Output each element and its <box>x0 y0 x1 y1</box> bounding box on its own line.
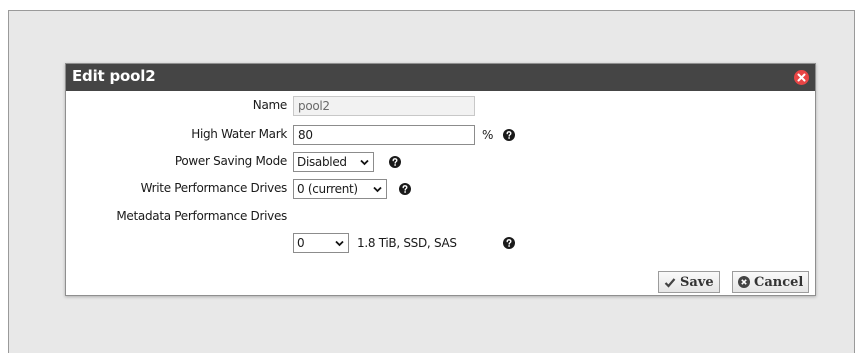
help-icon[interactable] <box>503 237 515 249</box>
name-field: pool2 <box>293 96 475 116</box>
save-button-label: Save <box>680 274 714 290</box>
write-performance-drives-value: 0 (current) <box>297 182 358 196</box>
checkmark-icon <box>664 277 676 288</box>
power-saving-mode-label: Power Saving Mode <box>174 154 287 168</box>
write-performance-drives-label: Write Performance Drives <box>140 181 288 195</box>
edit-pool-dialog: Edit pool2 Name pool2 High Water Mark 80… <box>65 63 816 296</box>
close-icon[interactable] <box>794 70 809 85</box>
cancel-button[interactable]: Cancel <box>732 271 810 293</box>
metadata-performance-drives-label: Metadata Performance Drives <box>116 209 287 223</box>
cancel-button-label: Cancel <box>754 274 804 290</box>
name-label: Name <box>252 98 288 112</box>
cancel-circle-icon <box>738 276 750 288</box>
help-icon[interactable] <box>399 183 411 195</box>
high-water-mark-label: High Water Mark <box>191 127 287 141</box>
help-icon[interactable] <box>389 156 401 168</box>
chevron-down-icon <box>373 186 382 192</box>
metadata-performance-drives-value: 0 <box>297 236 305 250</box>
write-performance-drives-select[interactable]: 0 (current) <box>293 179 387 199</box>
chevron-down-icon <box>360 159 369 165</box>
power-saving-mode-value: Disabled <box>297 155 347 169</box>
high-water-mark-input[interactable]: 80 <box>293 125 475 145</box>
metadata-performance-drives-select[interactable]: 0 <box>293 233 349 253</box>
save-button[interactable]: Save <box>658 271 720 293</box>
chevron-down-icon <box>335 240 344 246</box>
dialog-title: Edit pool2 <box>72 67 156 85</box>
percent-unit: % <box>482 128 494 142</box>
metadata-drive-description: 1.8 TiB, SSD, SAS <box>357 236 457 250</box>
power-saving-mode-select[interactable]: Disabled <box>293 152 374 172</box>
help-icon[interactable] <box>503 129 515 141</box>
dialog-titlebar: Edit pool2 <box>66 64 815 91</box>
